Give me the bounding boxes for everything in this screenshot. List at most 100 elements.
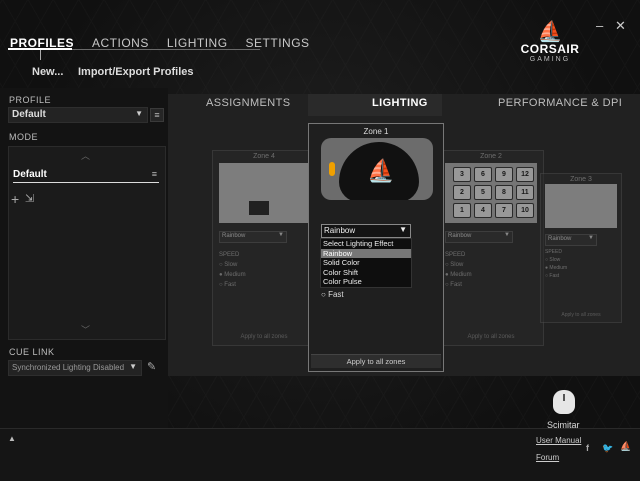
speed-opt-medium[interactable]: ● Medium [545, 264, 567, 272]
speed-opt-fast[interactable]: ○ Fast [545, 272, 567, 280]
numpad-key: 11 [516, 185, 534, 200]
zone-1-popup: Zone 1 ⛵ Rainbow ▼ Select Lighting Effec… [308, 123, 444, 372]
facebook-icon[interactable]: f [586, 443, 589, 453]
zone-effect-value: Rainbow [548, 236, 572, 242]
import-mode-icon[interactable]: ⇲ [25, 192, 34, 205]
speed-opt-medium[interactable]: ● Medium [445, 270, 472, 280]
mode-box: ︿ Default ≡ + ⇲ ﹀ [8, 146, 166, 340]
user-manual-link[interactable]: User Manual [536, 436, 581, 445]
twitter-icon[interactable]: 🐦 [602, 443, 613, 454]
zone-effect-select[interactable]: Rainbow ▼ [219, 231, 287, 243]
zone-speed: SPEED ○ Slow ● Medium ○ Fast [219, 250, 246, 290]
speed-opt-slow[interactable]: ○ Slow [545, 256, 567, 264]
numpad-key: 12 [516, 167, 534, 182]
zone-apply-all[interactable]: Apply to all zones [439, 334, 543, 340]
zone-effect-value: Rainbow [222, 233, 246, 239]
nav-tick [40, 50, 41, 60]
scroll-down-icon[interactable]: ﹀ [81, 323, 90, 336]
apply-all-zones-button[interactable]: Apply to all zones [311, 354, 441, 368]
fast-label: Fast [328, 290, 344, 299]
zone-card-2[interactable]: Zone 2 3 6 9 12 2 5 8 11 1 4 7 10 Rainbow ▼ SPEED ○ … [438, 150, 544, 346]
forum-link[interactable]: Forum [536, 453, 559, 462]
effect-option[interactable]: Select Lighting Effect [321, 239, 411, 249]
cue-link-label: CUE LINK [9, 347, 55, 357]
zone-title: Zone 2 [480, 153, 502, 160]
profile-value: Default [12, 109, 46, 120]
speed-label: SPEED [445, 252, 466, 258]
expand-up-icon[interactable]: ▲ [8, 434, 16, 443]
logo-sub: GAMING [529, 56, 571, 63]
mode-item[interactable]: Default ≡ [13, 169, 159, 183]
mode-label: MODE [9, 132, 38, 142]
cue-link-select[interactable]: Synchronized Lighting Disabled ▼ [8, 360, 142, 376]
zone-effect-select[interactable]: Rainbow ▼ [545, 234, 597, 246]
tab-performance-dpi[interactable]: PERFORMANCE & DPI [498, 97, 622, 109]
effect-option[interactable]: Color Shift [321, 268, 411, 278]
profile-select[interactable]: Default ▼ [8, 107, 148, 123]
new-profile-link[interactable]: New... [32, 66, 63, 78]
side-buttons-icon [249, 201, 269, 215]
speed-opt-slow[interactable]: ○ Slow [219, 260, 246, 270]
zone-card-3[interactable]: Zone 3 Rainbow ▼ SPEED ○ Slow ● Medium ○ … [540, 173, 622, 323]
effect-option-selected[interactable]: Rainbow [321, 248, 411, 258]
speed-opt-fast[interactable]: ○ Fast [445, 280, 472, 290]
mouse-image: ⛵ [321, 138, 433, 200]
mode-menu-icon[interactable]: ≡ [152, 169, 157, 179]
minimize-button[interactable]: – [596, 18, 603, 33]
lighting-effect-select[interactable]: Rainbow ▼ [321, 224, 411, 238]
sails-icon: ⛵ [537, 21, 563, 43]
speed-opt-fast[interactable]: ○ Fast [219, 280, 246, 290]
speed-fast-option[interactable]: ○ Fast [321, 290, 344, 299]
numpad-key: 3 [453, 167, 471, 182]
led-indicator-icon [329, 162, 335, 176]
pencil-icon[interactable]: ✎ [147, 360, 156, 373]
center-tabs: ASSIGNMENTS LIGHTING PERFORMANCE & DPI [168, 94, 640, 116]
zone-speed: SPEED ○ Slow ● Medium ○ Fast [545, 248, 567, 280]
zone-effect-value: Rainbow [448, 233, 472, 239]
zone-apply-all[interactable]: Apply to all zones [541, 312, 621, 318]
speed-opt-slow[interactable]: ○ Slow [445, 260, 472, 270]
numpad-image: 3 6 9 12 2 5 8 11 1 4 7 10 [445, 163, 537, 223]
corsair-sails-icon: ⛵ [367, 158, 395, 183]
tab-assignments[interactable]: ASSIGNMENTS [206, 97, 290, 109]
zone-side-image [545, 184, 617, 228]
speed-opt-medium[interactable]: ● Medium [219, 270, 246, 280]
logo-brand: CORSAIR [520, 42, 580, 56]
corsair-logo: ⛵ CORSAIR GAMING [510, 22, 590, 63]
numpad-key: 9 [495, 167, 513, 182]
effect-dropdown: Select Lighting Effect Rainbow Solid Col… [320, 238, 412, 288]
chevron-down-icon: ▼ [399, 225, 407, 234]
zone-effect-select[interactable]: Rainbow ▼ [445, 231, 513, 243]
add-mode-icon[interactable]: + [11, 191, 19, 207]
mouse-device-icon[interactable] [553, 390, 575, 414]
numpad-key: 2 [453, 185, 471, 200]
close-button[interactable]: ✕ [615, 18, 626, 34]
numpad-key: 8 [495, 185, 513, 200]
numpad-key: 10 [516, 203, 534, 218]
mouse-shell: ⛵ [339, 142, 419, 200]
effect-option[interactable]: Solid Color [321, 258, 411, 268]
corsair-small-icon[interactable]: ⛵ [620, 441, 631, 452]
speed-label: SPEED [219, 252, 240, 258]
import-export-link[interactable]: Import/Export Profiles [78, 66, 194, 78]
numpad-key: 7 [495, 203, 513, 218]
profile-menu-icon[interactable]: ≡ [150, 108, 164, 122]
chevron-down-icon: ▼ [129, 362, 137, 371]
popup-title: Zone 1 [363, 127, 389, 136]
profile-label: PROFILE [9, 95, 52, 105]
zone-title: Zone 4 [253, 153, 275, 160]
numpad-key: 5 [474, 185, 492, 200]
mode-item-label: Default [13, 169, 47, 180]
scroll-up-icon[interactable]: ︿ [81, 149, 90, 162]
numpad-key: 4 [474, 203, 492, 218]
zone-side-image [219, 163, 309, 223]
numpad-key: 6 [474, 167, 492, 182]
chevron-down-icon: ▼ [588, 235, 594, 241]
tab-lighting-center[interactable]: LIGHTING [372, 97, 428, 109]
zone-apply-all[interactable]: Apply to all zones [213, 334, 315, 340]
chevron-down-icon: ▼ [135, 109, 143, 118]
zone-speed: SPEED ○ Slow ● Medium ○ Fast [445, 250, 472, 290]
numpad-key: 1 [453, 203, 471, 218]
effect-option[interactable]: Color Pulse [321, 277, 411, 287]
zone-card-4[interactable]: Zone 4 Rainbow ▼ SPEED ○ Slow ● Medium ○ … [212, 150, 316, 346]
